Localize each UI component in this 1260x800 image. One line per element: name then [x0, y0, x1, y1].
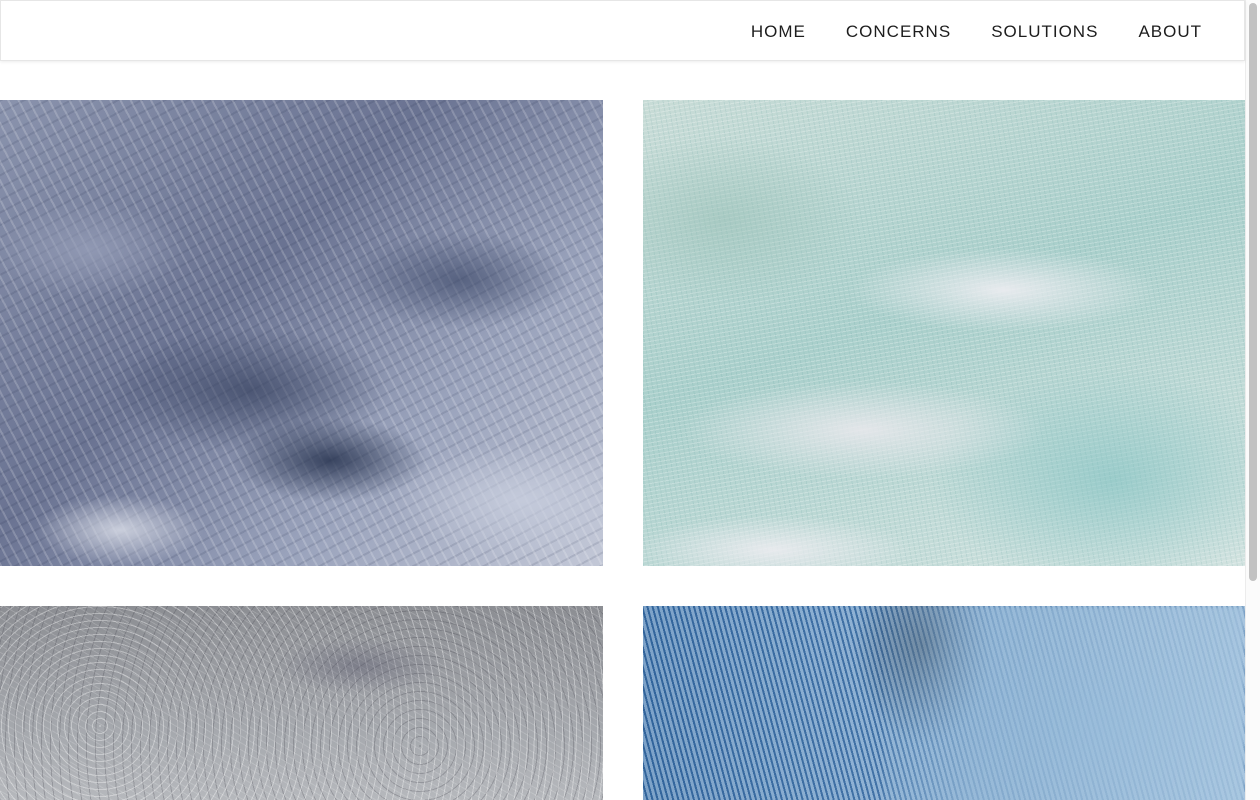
nav-menu: HOME CONCERNS SOLUTIONS ABOUT [751, 1, 1202, 62]
nav-link-home[interactable]: HOME [751, 22, 806, 41]
gallery-image-wool-fur[interactable] [0, 100, 603, 566]
gallery-image-fringed-blanket[interactable] [643, 100, 1245, 566]
scrollbar-thumb[interactable] [1249, 3, 1257, 581]
vertical-scrollbar[interactable] [1245, 0, 1260, 800]
page: HOME CONCERNS SOLUTIONS ABOUT [0, 0, 1260, 800]
top-navigation-bar: HOME CONCERNS SOLUTIONS ABOUT [0, 0, 1245, 61]
nav-link-solutions[interactable]: SOLUTIONS [991, 22, 1098, 41]
nav-link-concerns[interactable]: CONCERNS [846, 22, 951, 41]
gallery-image-blue-knit[interactable] [643, 606, 1245, 800]
gallery-image-tangled-threads[interactable] [0, 606, 603, 800]
nav-link-about[interactable]: ABOUT [1138, 22, 1202, 41]
